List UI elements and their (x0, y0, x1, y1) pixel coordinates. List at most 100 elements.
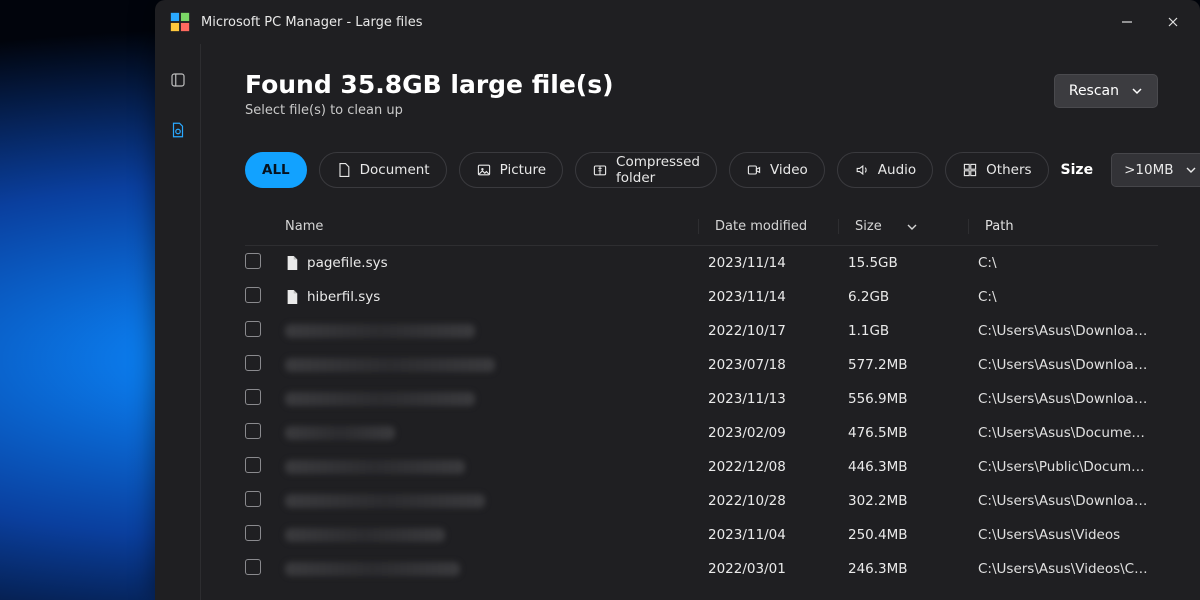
cell-path: C:\Users\Asus\Downloa… (962, 391, 1152, 407)
cell-size: 6.2GB (832, 289, 962, 305)
cell-date: 2023/11/13 (692, 391, 832, 407)
row-checkbox[interactable] (245, 321, 261, 337)
file-name-redacted (285, 460, 465, 474)
cell-date: 2022/10/28 (692, 493, 832, 509)
app-logo-icon (169, 11, 191, 33)
page-title: Found 35.8GB large file(s) (245, 70, 1054, 99)
cell-date: 2022/12/08 (692, 459, 832, 475)
filter-label: Document (360, 162, 430, 178)
table-row[interactable]: 2022/12/08446.3MBC:\Users\Public\Docum… (245, 450, 1152, 484)
table-row[interactable]: 2022/10/28302.2MBC:\Users\Asus\Downloa… (245, 484, 1152, 518)
row-checkbox[interactable] (245, 389, 261, 405)
sidebar-item-home[interactable] (162, 64, 194, 96)
filter-label: Others (986, 162, 1031, 178)
video-icon (746, 162, 762, 178)
rescan-button[interactable]: Rescan (1054, 74, 1158, 108)
cell-date: 2022/03/01 (692, 561, 832, 577)
others-icon (962, 162, 978, 178)
size-filter-value: >10MB (1124, 162, 1173, 178)
col-name[interactable]: Name (285, 219, 698, 234)
filter-chip-document[interactable]: Document (319, 152, 447, 188)
filter-chip-picture[interactable]: Picture (459, 152, 563, 188)
cell-size: 577.2MB (832, 357, 962, 373)
filter-bar: ALL Document Picture Compressed folder Video… (245, 152, 1158, 188)
minimize-button[interactable] (1104, 0, 1150, 44)
file-name-redacted (285, 392, 475, 406)
chevron-down-icon (1185, 164, 1197, 176)
row-checkbox[interactable] (245, 457, 261, 473)
cell-path: C:\Users\Asus\Downloa… (962, 323, 1152, 339)
file-name-redacted (285, 324, 475, 338)
close-button[interactable] (1150, 0, 1196, 44)
cell-date: 2023/11/14 (692, 255, 832, 271)
chevron-down-icon (906, 221, 918, 233)
cell-size: 246.3MB (832, 561, 962, 577)
row-checkbox[interactable] (245, 253, 261, 269)
sidebar (155, 44, 201, 600)
page-subtitle: Select file(s) to clean up (245, 103, 1054, 118)
file-table: Name Date modified Size Path pagefile.sy… (245, 208, 1158, 600)
col-path[interactable]: Path (968, 219, 1158, 234)
cell-date: 2022/10/17 (692, 323, 832, 339)
table-row[interactable]: 2023/11/13556.9MBC:\Users\Asus\Downloa… (245, 382, 1152, 416)
row-checkbox[interactable] (245, 491, 261, 507)
cell-path: C:\Users\Asus\Docume… (962, 425, 1152, 441)
file-name-redacted (285, 358, 495, 372)
filter-label: Video (770, 162, 808, 178)
filter-chip-audio[interactable]: Audio (837, 152, 933, 188)
cell-path: C:\Users\Public\Docum… (962, 459, 1152, 475)
cell-path: C:\Users\Asus\Videos (962, 527, 1152, 543)
content: Found 35.8GB large file(s) Select file(s… (201, 44, 1200, 600)
row-checkbox[interactable] (245, 287, 261, 303)
size-filter-label: Size (1061, 162, 1094, 178)
cell-path: C:\ (962, 255, 1152, 271)
row-checkbox[interactable] (245, 525, 261, 541)
cell-size: 446.3MB (832, 459, 962, 475)
cell-path: C:\Users\Asus\Downloa… (962, 357, 1152, 373)
row-checkbox[interactable] (245, 355, 261, 371)
table-header: Name Date modified Size Path (245, 208, 1158, 246)
cell-size: 476.5MB (832, 425, 962, 441)
col-date[interactable]: Date modified (698, 219, 838, 234)
file-name-redacted (285, 426, 395, 440)
table-row[interactable]: 2022/03/01246.3MBC:\Users\Asus\Videos\C… (245, 552, 1152, 586)
filter-label: Audio (878, 162, 916, 178)
table-row[interactable]: 2023/02/09476.5MBC:\Users\Asus\Docume… (245, 416, 1152, 450)
cell-size: 15.5GB (832, 255, 962, 271)
rescan-label: Rescan (1069, 83, 1119, 99)
col-size[interactable]: Size (838, 219, 968, 234)
picture-icon (476, 162, 492, 178)
file-name-redacted (285, 528, 445, 542)
row-checkbox[interactable] (245, 559, 261, 575)
table-row[interactable]: 2023/11/04250.4MBC:\Users\Asus\Videos (245, 518, 1152, 552)
file-name-redacted (285, 494, 485, 508)
cell-date: 2023/11/14 (692, 289, 832, 305)
sidebar-item-storage[interactable] (162, 114, 194, 146)
table-row[interactable]: 2022/10/171.1GBC:\Users\Asus\Downloa… (245, 314, 1152, 348)
filter-chip-video[interactable]: Video (729, 152, 825, 188)
cell-size: 250.4MB (832, 527, 962, 543)
window-title: Microsoft PC Manager - Large files (201, 15, 1104, 30)
table-body[interactable]: pagefile.sys2023/11/1415.5GBC:\ hiberfil.… (245, 246, 1158, 600)
table-row[interactable]: pagefile.sys2023/11/1415.5GBC:\ (245, 246, 1152, 280)
cell-date: 2023/11/04 (692, 527, 832, 543)
chevron-down-icon (1131, 85, 1143, 97)
cell-size: 1.1GB (832, 323, 962, 339)
row-checkbox[interactable] (245, 423, 261, 439)
file-icon (285, 289, 299, 305)
cell-date: 2023/02/09 (692, 425, 832, 441)
col-size-label: Size (855, 219, 882, 234)
filter-chip-others[interactable]: Others (945, 152, 1048, 188)
filter-chip-compressed-folder[interactable]: Compressed folder (575, 152, 717, 188)
compressed-icon (592, 162, 608, 178)
table-row[interactable]: hiberfil.sys2023/11/146.2GBC:\ (245, 280, 1152, 314)
size-filter-select[interactable]: >10MB (1111, 153, 1200, 187)
document-icon (336, 162, 352, 178)
audio-icon (854, 162, 870, 178)
file-name: hiberfil.sys (307, 289, 380, 305)
titlebar: Microsoft PC Manager - Large files (155, 0, 1200, 44)
table-row[interactable]: 2023/07/18577.2MBC:\Users\Asus\Downloa… (245, 348, 1152, 382)
filter-label: ALL (262, 162, 290, 178)
filter-chip-all[interactable]: ALL (245, 152, 307, 188)
window-controls (1104, 0, 1196, 44)
